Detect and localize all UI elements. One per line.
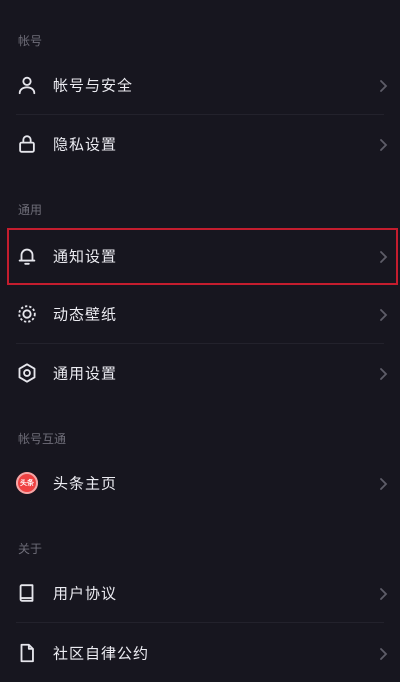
settings-item-label: 隐私设置 (53, 135, 118, 154)
settings-item-label: 用户协议 (53, 584, 118, 603)
toutiao-badge: 头条 (16, 472, 38, 494)
document-icon (16, 642, 38, 664)
settings-item-label: 通用设置 (53, 364, 118, 383)
settings-item-user-agreement[interactable]: 用户协议 (0, 564, 400, 622)
wallpaper-icon (16, 303, 38, 325)
settings-item-toutiao-home[interactable]: 头条 头条主页 (0, 454, 400, 512)
settings-item-label: 动态壁纸 (53, 305, 118, 324)
settings-gear-icon (16, 362, 38, 384)
settings-item-account-security[interactable]: 帐号与安全 (0, 56, 400, 114)
chevron-right-icon (376, 476, 390, 490)
selection-highlight (7, 228, 398, 285)
settings-item-general-settings[interactable]: 通用设置 (0, 344, 400, 402)
divider (16, 622, 384, 623)
section-header-account-interop: 帐号互通 (18, 432, 67, 446)
settings-item-label: 帐号与安全 (53, 76, 134, 95)
chevron-right-icon (376, 307, 390, 321)
user-icon (16, 74, 38, 96)
chevron-right-icon (376, 586, 390, 600)
settings-item-community-guidelines[interactable]: 社区自律公约 (0, 624, 400, 682)
settings-item-privacy[interactable]: 隐私设置 (0, 115, 400, 173)
section-header-general: 通用 (18, 203, 43, 217)
lock-icon (16, 133, 38, 155)
book-icon (16, 582, 38, 604)
settings-item-label: 头条主页 (53, 474, 118, 493)
chevron-right-icon (376, 366, 390, 380)
chevron-right-icon (376, 137, 390, 151)
section-header-about: 关于 (18, 542, 43, 556)
section-header-account: 帐号 (18, 34, 43, 48)
chevron-right-icon (376, 78, 390, 92)
toutiao-logo-icon: 头条 (16, 472, 38, 494)
settings-item-live-wallpaper[interactable]: 动态壁纸 (0, 285, 400, 343)
chevron-right-icon (376, 646, 390, 660)
settings-item-label: 社区自律公约 (53, 644, 150, 663)
